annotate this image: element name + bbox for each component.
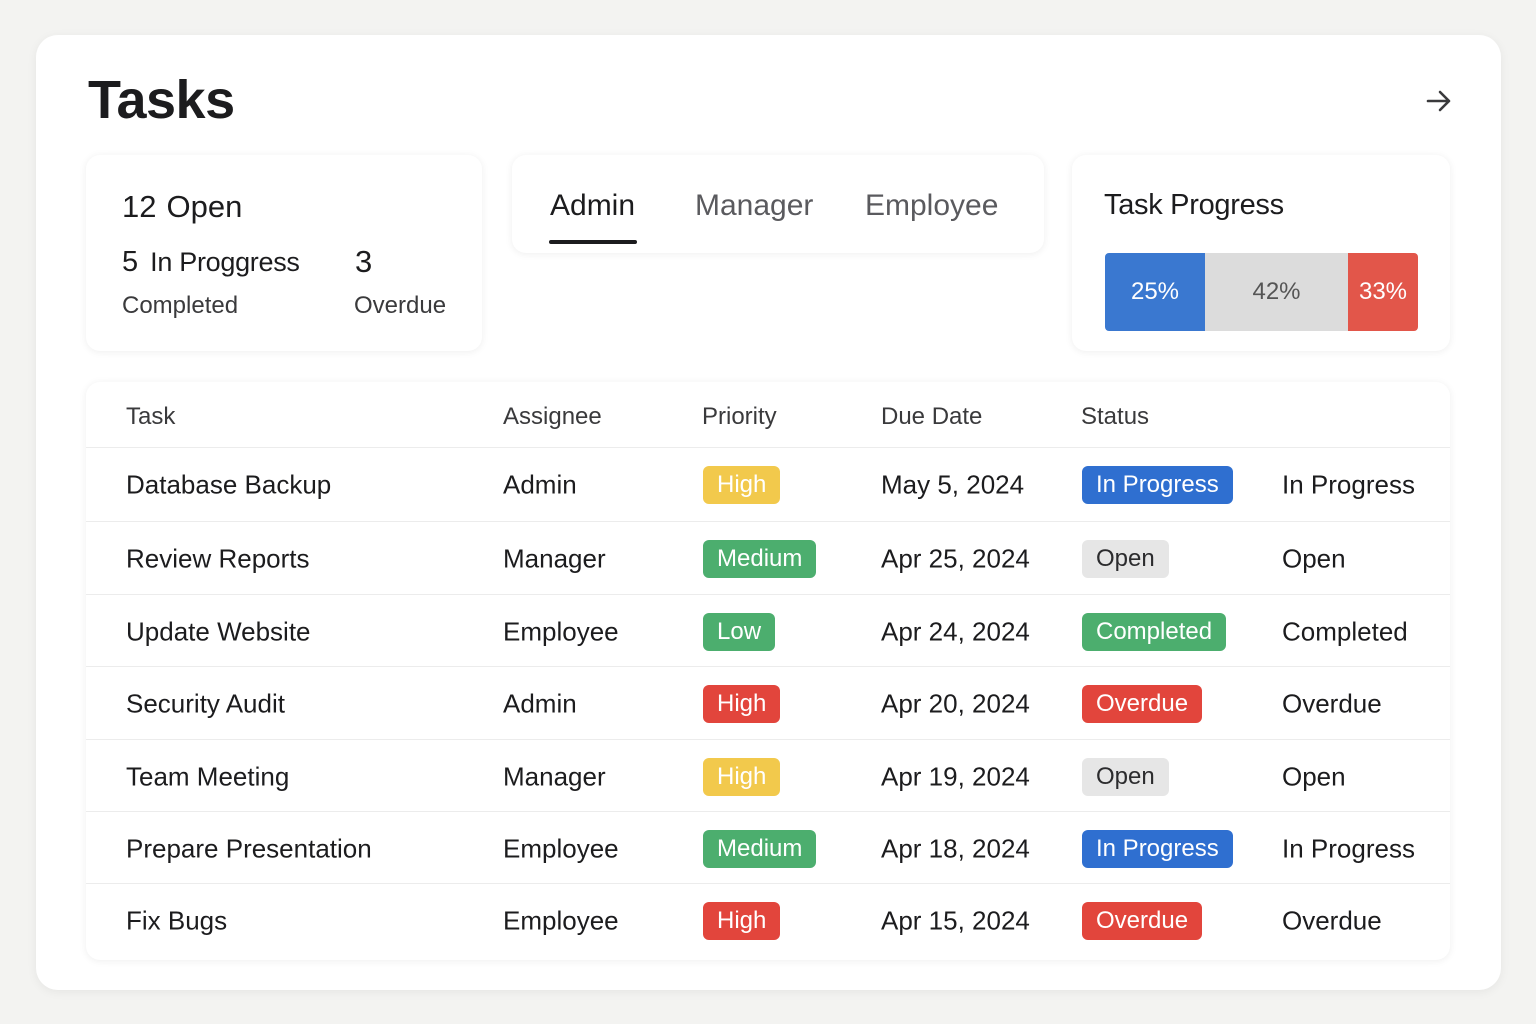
table-row[interactable]: Security Audit Admin High Apr 20, 2024 Overd… <box>86 666 1450 740</box>
assignee: Employee <box>503 833 619 863</box>
open-count: 12 <box>122 189 157 224</box>
in-progress-label: In Proggress <box>150 247 300 277</box>
progress-title: Task Progress <box>1104 189 1284 221</box>
due-date: Apr 19, 2024 <box>881 761 1030 791</box>
status-text: In Progress <box>1282 833 1415 863</box>
table-row[interactable]: Update Website Employee Low Apr 24, 2024 Com… <box>86 594 1450 668</box>
status-badge: In Progress <box>1082 465 1233 504</box>
page-title: Tasks <box>88 70 235 130</box>
due-date: Apr 18, 2024 <box>881 833 1030 863</box>
table-row[interactable]: Database Backup Admin High May 5, 2024 In Pr… <box>86 447 1450 521</box>
assignee: Manager <box>503 543 606 573</box>
in-progress-count: 5 <box>122 246 139 278</box>
status-text: In Progress <box>1282 469 1415 499</box>
assignee: Admin <box>503 688 577 718</box>
assignee: Manager <box>503 761 606 791</box>
due-date: May 5, 2024 <box>881 469 1025 499</box>
due-date: Apr 15, 2024 <box>881 905 1030 935</box>
completed-label: Completed <box>122 292 239 319</box>
header-priority[interactable]: Priority <box>702 403 777 431</box>
due-date: Apr 20, 2024 <box>881 688 1030 718</box>
open-label: Open <box>166 189 243 224</box>
priority-badge: High <box>703 465 781 504</box>
table-row[interactable]: Team Meeting Manager High Apr 19, 2024 Open O… <box>86 739 1450 813</box>
overdue-label: Overdue <box>354 292 447 319</box>
tasks-table: Task Assignee Priority Due Date Status D… <box>86 382 1450 960</box>
task-name: Database Backup <box>126 469 332 499</box>
status-text: Open <box>1282 761 1346 791</box>
status-text: Overdue <box>1282 905 1382 935</box>
overdue-count: 3 <box>355 244 373 279</box>
in-progress-stat: 5 In Proggress <box>122 246 300 279</box>
tab-admin[interactable]: Admin <box>550 189 635 223</box>
arrow-right-icon <box>1426 90 1451 112</box>
role-tabs: Admin Manager Employee <box>512 155 1044 253</box>
task-name: Team Meeting <box>126 761 290 791</box>
next-button[interactable] <box>1421 83 1457 119</box>
active-tab-indicator <box>549 240 637 244</box>
assignee: Employee <box>503 905 619 935</box>
priority-badge: High <box>703 757 781 796</box>
assignee: Employee <box>503 616 619 646</box>
status-badge: Open <box>1082 757 1169 796</box>
header-status[interactable]: Status <box>1081 403 1149 431</box>
status-text: Open <box>1282 543 1346 573</box>
task-stats-panel: 12 Open 5 In Proggress 3 Completed Overdue <box>86 155 482 351</box>
task-name: Security Audit <box>126 688 285 718</box>
status-badge: Overdue <box>1082 901 1203 940</box>
task-name: Update Website <box>126 616 311 646</box>
task-name: Fix Bugs <box>126 905 228 935</box>
priority-badge: Medium <box>703 539 817 578</box>
header-task[interactable]: Task <box>126 403 175 431</box>
status-text: Overdue <box>1282 688 1382 718</box>
tasks-card: Tasks 12 Open 5 In Proggress 3 Completed O… <box>36 35 1501 990</box>
table-row[interactable]: Review Reports Manager Medium Apr 25, 2024 O… <box>86 521 1450 595</box>
open-stat: 12 Open <box>122 189 242 225</box>
priority-badge: Medium <box>703 829 817 868</box>
progress-segment-open: 42% <box>1205 253 1348 331</box>
progress-segment-overdue: 33% <box>1348 253 1418 331</box>
table-row[interactable]: Prepare Presentation Employee Medium Apr 18… <box>86 811 1450 885</box>
priority-badge: Low <box>703 612 776 651</box>
header-due-date[interactable]: Due Date <box>881 403 982 431</box>
task-name: Prepare Presentation <box>126 833 372 863</box>
table-row[interactable]: Fix Bugs Employee High Apr 15, 2024 Overdue O… <box>86 883 1450 957</box>
status-text: Completed <box>1282 616 1408 646</box>
assignee: Admin <box>503 469 577 499</box>
status-badge: Completed <box>1082 612 1227 651</box>
task-name: Review Reports <box>126 543 310 573</box>
priority-badge: High <box>703 684 781 723</box>
status-badge: Open <box>1082 539 1169 578</box>
tab-manager[interactable]: Manager <box>695 189 813 223</box>
due-date: Apr 25, 2024 <box>881 543 1030 573</box>
task-progress-panel: Task Progress 25% 42% 33% <box>1072 155 1450 351</box>
header-assignee[interactable]: Assignee <box>503 403 602 431</box>
priority-badge: High <box>703 901 781 940</box>
progress-bar: 25% 42% 33% <box>1105 253 1418 331</box>
status-badge: Overdue <box>1082 684 1203 723</box>
due-date: Apr 24, 2024 <box>881 616 1030 646</box>
progress-segment-in-progress: 25% <box>1105 253 1205 331</box>
tab-employee[interactable]: Employee <box>865 189 998 223</box>
status-badge: In Progress <box>1082 829 1233 868</box>
